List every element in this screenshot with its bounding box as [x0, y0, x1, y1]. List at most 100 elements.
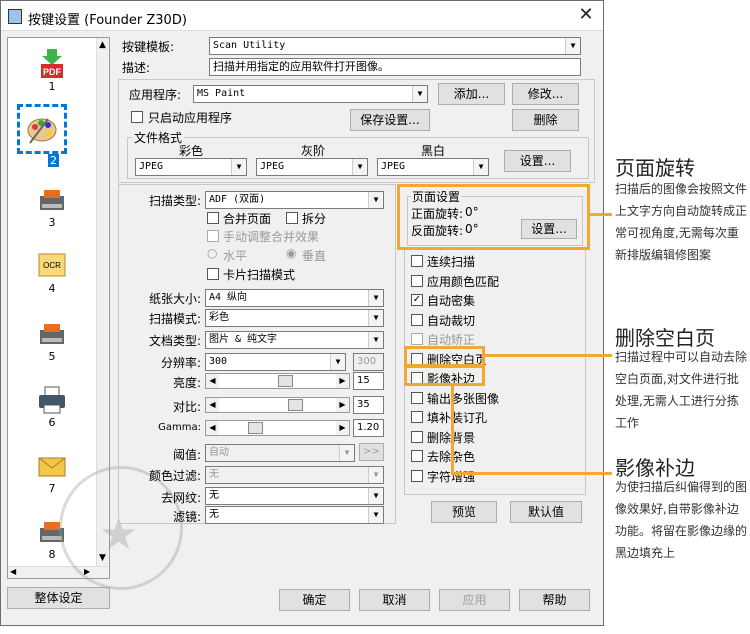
- option-checkbox[interactable]: [411, 313, 423, 326]
- ok-button[interactable]: 确定: [279, 589, 350, 611]
- sidebar-item-5[interactable]: 5: [22, 318, 82, 363]
- chevron-left-icon[interactable]: ◀: [10, 567, 16, 576]
- gamma-label: Gamma:: [158, 422, 201, 433]
- descreen-select[interactable]: 无 ▼: [205, 487, 384, 505]
- option-checkbox[interactable]: [411, 391, 423, 404]
- merge-pages-checkbox[interactable]: [207, 212, 219, 224]
- split-checkbox[interactable]: [286, 212, 298, 224]
- overall-settings-button[interactable]: 整体设定: [7, 587, 110, 609]
- chevron-left-icon: ◀: [206, 421, 219, 435]
- annotation-text-edge: 为使扫描后纠偏得到的图像效果好,自带影像补边功能。将留在影像边缘的黑边填充上: [615, 480, 748, 560]
- preview-button[interactable]: 预览: [431, 501, 497, 523]
- brightness-value[interactable]: 15: [353, 372, 384, 390]
- help-button[interactable]: 帮助: [519, 589, 590, 611]
- doc-type-select[interactable]: 图片 & 纯文字 ▼: [205, 331, 384, 349]
- settings-window: 按键设置 (Founder Z30D) ✕ PDF 1 2 3 OCR 4 5 …: [0, 0, 604, 626]
- delete-blank-highlight: [404, 346, 485, 367]
- sidebar-item-2[interactable]: [17, 104, 67, 154]
- chevron-left-icon: ◀: [206, 374, 219, 388]
- file-format-legend: 文件格式: [132, 129, 185, 146]
- delete-button[interactable]: 删除: [512, 109, 579, 131]
- template-label: 按键模板:: [122, 40, 175, 54]
- sidebar-item-3[interactable]: 3: [22, 184, 82, 229]
- only-launch-app-label: 只启动应用程序: [148, 111, 233, 125]
- application-select[interactable]: MS Paint ▼: [193, 85, 428, 103]
- sidebar-item-label: 5: [48, 350, 56, 363]
- slider-thumb: [248, 422, 263, 434]
- chevron-down-icon: ▼: [368, 310, 383, 326]
- chevron-down-icon: ▼: [352, 159, 367, 175]
- cancel-button[interactable]: 取消: [359, 589, 430, 611]
- option-checkbox[interactable]: [411, 411, 423, 423]
- slider-thumb: [288, 399, 303, 411]
- scan-mode-select[interactable]: 彩色 ▼: [205, 309, 384, 327]
- bw-format-label: 黑白: [421, 144, 446, 158]
- edge-fill-connector-v: [451, 386, 454, 475]
- threshold-more-button[interactable]: >>: [359, 443, 384, 461]
- gamma-value[interactable]: 1.20: [353, 419, 384, 437]
- template-select[interactable]: Scan Utility ▼: [209, 37, 581, 55]
- option-checkbox[interactable]: ✓: [411, 294, 423, 306]
- description-field[interactable]: 扫描并用指定的应用软件打开图像。: [209, 58, 581, 76]
- chevron-up-icon[interactable]: ▲: [99, 40, 106, 50]
- color-filter-select[interactable]: 无 ▼: [205, 466, 384, 484]
- option-checkbox[interactable]: [411, 255, 423, 267]
- option-checkbox[interactable]: [411, 450, 423, 462]
- option-checkbox[interactable]: [411, 469, 423, 482]
- contrast-value[interactable]: 35: [353, 396, 384, 414]
- chevron-right-icon: ▶: [336, 398, 349, 412]
- gamma-slider[interactable]: ◀ ▶: [205, 420, 350, 436]
- scan-type-select[interactable]: ADF (双面) ▼: [205, 191, 384, 209]
- sidebar-item-label: 2: [48, 154, 59, 167]
- horizontal-radio[interactable]: ○: [207, 246, 217, 260]
- close-icon[interactable]: ✕: [575, 5, 597, 25]
- sidebar-item-6[interactable]: 6: [22, 384, 82, 429]
- chevron-down-icon: ▼: [565, 38, 580, 54]
- scan-mode-label: 扫描模式:: [148, 312, 201, 326]
- brightness-slider[interactable]: ◀ ▶: [205, 373, 350, 389]
- only-launch-app-checkbox[interactable]: [131, 111, 143, 123]
- option-label: 自动裁切: [427, 313, 476, 328]
- color-format-select[interactable]: JPEG ▼: [135, 158, 247, 176]
- chevron-down-icon: ▼: [368, 192, 383, 208]
- card-scan-checkbox[interactable]: [207, 268, 219, 280]
- sidebar-item-1[interactable]: PDF 1: [22, 48, 82, 93]
- chevron-down-icon: ▼: [231, 159, 246, 175]
- option-label: 输出多张图像: [427, 391, 500, 406]
- annotation-text-rotate: 扫描后的图像会按照文件上文字方向自动旋转成正常可视角度,无需每次重新排版编辑修图…: [615, 182, 748, 262]
- resolution-label: 分辨率:: [160, 356, 201, 370]
- resolution-display: 300: [353, 353, 384, 371]
- color-filter-label: 颜色过滤:: [148, 469, 201, 483]
- gray-format-select[interactable]: JPEG ▼: [256, 158, 368, 176]
- chevron-down-icon: ▼: [368, 488, 383, 504]
- filter-select[interactable]: 无 ▼: [205, 506, 384, 524]
- edge-fill-highlight: [404, 365, 485, 386]
- threshold-select[interactable]: 自动 ▼: [205, 444, 355, 462]
- vertical-radio[interactable]: ◉: [286, 246, 296, 260]
- sidebar-item-label: 1: [48, 80, 56, 93]
- sidebar-item-4[interactable]: OCR 4: [22, 250, 82, 295]
- option-checkbox[interactable]: [411, 430, 423, 443]
- chevron-down-icon: ▼: [368, 467, 383, 483]
- apply-button[interactable]: 应用: [439, 589, 510, 611]
- save-settings-button[interactable]: 保存设置...: [350, 109, 430, 131]
- default-button[interactable]: 默认值: [510, 501, 582, 523]
- chevron-down-icon: ▼: [368, 507, 383, 523]
- vertical-label: 垂直: [302, 249, 327, 263]
- option-checkbox[interactable]: [411, 333, 423, 345]
- chevron-down-icon: ▼: [368, 332, 383, 348]
- option-label: 连续扫描: [427, 255, 476, 269]
- paper-size-select[interactable]: A4 纵向 ▼: [205, 289, 384, 307]
- add-button[interactable]: 添加...: [438, 83, 505, 105]
- edit-button[interactable]: 修改...: [512, 83, 579, 105]
- option-checkbox[interactable]: [411, 274, 423, 287]
- filter-label: 滤镜:: [172, 510, 201, 524]
- pdf-icon: PDF: [36, 48, 68, 80]
- ocr-icon: OCR: [36, 250, 68, 282]
- resolution-select[interactable]: 300 ▼: [205, 353, 346, 371]
- contrast-slider[interactable]: ◀ ▶: [205, 397, 350, 413]
- chevron-down-icon: ▼: [473, 159, 488, 175]
- manual-merge-checkbox[interactable]: [207, 230, 219, 242]
- bw-format-select[interactable]: JPEG ▼: [377, 158, 489, 176]
- format-settings-button[interactable]: 设置...: [504, 150, 571, 172]
